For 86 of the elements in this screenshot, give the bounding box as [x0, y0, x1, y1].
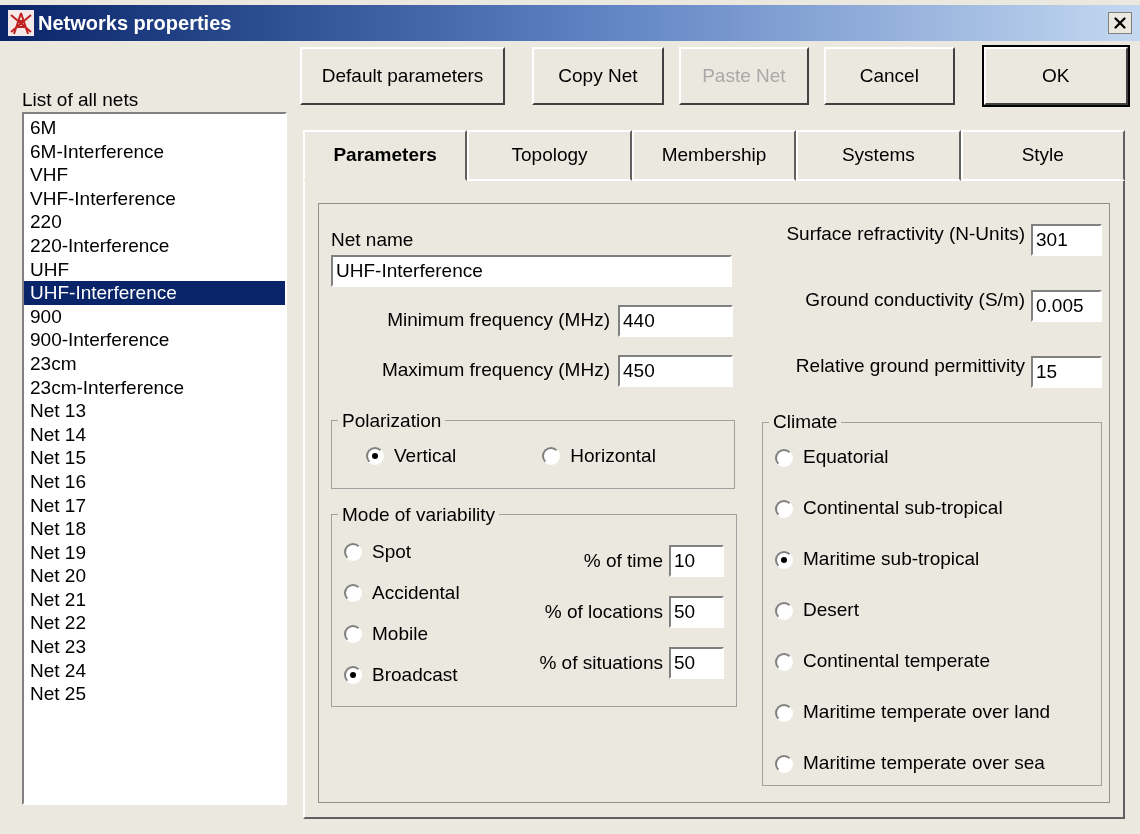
input-field[interactable]: 450 [618, 354, 733, 387]
input-field[interactable]: 301 [1031, 224, 1102, 256]
radio-button[interactable] [775, 550, 793, 569]
input-field[interactable]: 15 [1031, 356, 1102, 388]
input-field[interactable]: 50 [669, 647, 724, 679]
input-field[interactable]: 10 [669, 545, 724, 577]
window-title: Networks properties [38, 11, 232, 36]
list-item[interactable]: Net 14 [24, 422, 285, 447]
radio-label: Continental temperate [803, 649, 990, 674]
list-item[interactable]: Net 20 [24, 564, 285, 588]
field-label: % of locations [544, 599, 663, 624]
tab[interactable]: Style [960, 130, 1125, 181]
group-title: Polarization [341, 408, 443, 433]
dialog-button[interactable]: Copy Net [532, 47, 664, 105]
input-field[interactable]: 50 [669, 596, 724, 628]
radio-label: Maritime sub-tropical [803, 547, 980, 572]
radio-button[interactable] [344, 543, 362, 561]
list-item[interactable]: UHF [24, 257, 285, 282]
radio-label: Horizontal [570, 443, 656, 468]
input-field[interactable]: UHF-Interference [331, 254, 732, 287]
radio-label: Equatorial [803, 445, 889, 470]
list-item[interactable]: 900-Interference [24, 328, 285, 352]
list-item[interactable]: 6M-Interference [24, 139, 285, 164]
field-label: Minimum frequency (MHz) [387, 308, 610, 333]
radio-label: Desert [803, 598, 859, 623]
radio-button[interactable] [775, 703, 793, 722]
input-field[interactable]: 440 [618, 304, 733, 337]
list-item[interactable]: 220 [24, 210, 285, 234]
radio-label: Vertical [394, 443, 457, 468]
list-item[interactable]: Net 13 [24, 399, 285, 423]
radio-label: Broadcast [372, 662, 458, 687]
dialog-button[interactable]: Default parameters [300, 47, 506, 105]
list-item[interactable]: Net 22 [24, 611, 285, 636]
list-item[interactable]: Net 21 [24, 587, 285, 612]
field-label: % of time [583, 548, 663, 573]
tab[interactable]: Membership [631, 130, 797, 181]
dialog-button[interactable]: Cancel [824, 47, 955, 105]
list-item[interactable]: 220-Interference [24, 233, 285, 258]
dialog-button[interactable]: OK [983, 47, 1128, 105]
radio-label: Maritime temperate over sea [803, 751, 1045, 776]
tab[interactable]: Systems [796, 130, 961, 181]
radio-button[interactable] [775, 499, 793, 518]
close-icon [1111, 14, 1129, 32]
radio-button[interactable] [775, 601, 793, 620]
radio-button[interactable] [775, 652, 793, 671]
input-field[interactable]: 0.005 [1031, 290, 1102, 322]
radio-label: Spot [372, 539, 412, 564]
radio-button[interactable] [775, 754, 793, 773]
field-label: % of situations [539, 650, 663, 675]
list-item[interactable]: Net 17 [24, 493, 285, 518]
field-label: Maximum frequency (MHz) [381, 358, 610, 383]
radio-label: Maritime temperate over land [803, 700, 1051, 725]
radio-button[interactable] [344, 666, 362, 684]
radio-button[interactable] [344, 584, 362, 602]
list-item[interactable]: VHF-Interference [24, 186, 285, 211]
radio-label: Accidental [372, 580, 460, 605]
radio-label: Mobile [372, 621, 428, 646]
list-item[interactable]: Net 15 [24, 446, 285, 470]
field-label: Relative ground permittivity [795, 354, 1025, 378]
list-item[interactable]: 6M [24, 116, 285, 140]
close-button[interactable] [1108, 12, 1132, 34]
list-item[interactable]: UHF-Interference [24, 281, 285, 305]
radio-label: Continental sub-tropical [803, 496, 1003, 521]
radio-button[interactable] [542, 447, 561, 465]
list-item[interactable]: Net 23 [24, 635, 285, 659]
field-label: Surface refractivity (N-Units) [786, 222, 1025, 246]
list-item[interactable]: Net 16 [24, 469, 285, 494]
group-title: Climate [772, 410, 839, 434]
radio-button[interactable] [775, 448, 793, 467]
tab[interactable]: Topology [467, 130, 632, 181]
tower-icon [8, 10, 34, 36]
list-label: List of all nets [22, 88, 140, 112]
list-item[interactable]: Net 25 [24, 682, 285, 706]
field-label: Ground conductivity (S/m) [805, 288, 1025, 312]
field-label: Net name [331, 228, 415, 252]
radio-button[interactable] [366, 447, 384, 465]
radio-button[interactable] [344, 625, 362, 643]
list-item[interactable]: Net 18 [24, 517, 285, 541]
list-item[interactable]: 900 [24, 304, 285, 329]
list-item[interactable]: Net 24 [24, 658, 285, 683]
list-item[interactable]: Net 19 [24, 540, 285, 565]
group-title: Mode of variability [341, 502, 497, 527]
list-item[interactable]: 23cm [24, 351, 285, 376]
list-item[interactable]: 23cm-Interference [24, 375, 285, 400]
tab[interactable]: Parameters [303, 130, 468, 181]
list-item[interactable]: VHF [24, 163, 285, 187]
